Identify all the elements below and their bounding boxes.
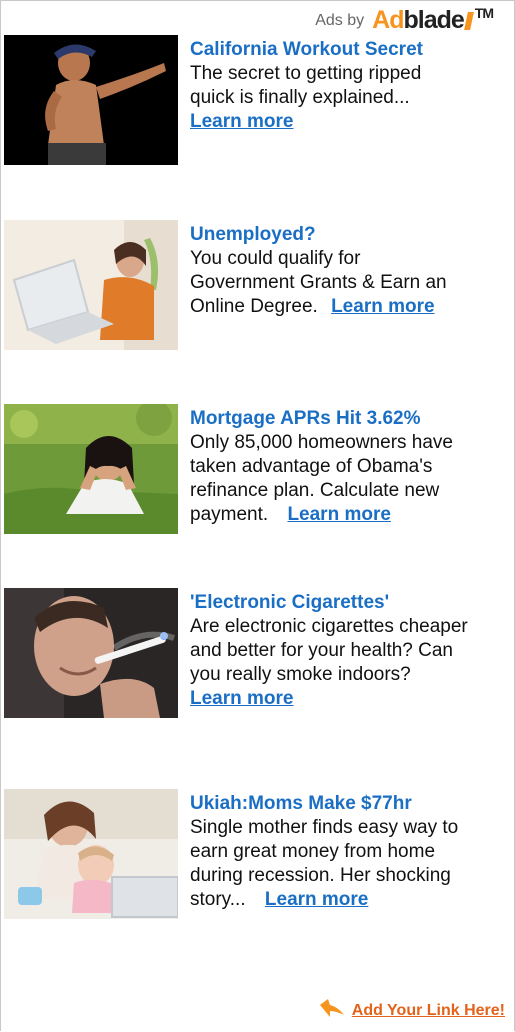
ad-unit-4[interactable]: 'Electronic Cigarettes' Are electronic c…	[4, 588, 509, 728]
ad-unit-2[interactable]: Unemployed? You could qualify for Govern…	[4, 220, 509, 360]
logo-mark-icon	[463, 11, 474, 30]
logo-blade-text: blade	[403, 6, 464, 34]
ad-unit-1[interactable]: California Workout Secret The secret to …	[4, 35, 509, 175]
adblade-logo[interactable]: Ad blade TM	[372, 5, 494, 34]
orange-arrow-icon	[318, 997, 346, 1024]
ad-text-4: 'Electronic Cigarettes' Are electronic c…	[190, 591, 512, 711]
ad-desc-line: taken advantage of Obama's	[190, 456, 433, 477]
add-your-link-button[interactable]: Add Your Link Here!	[352, 1002, 505, 1020]
ads-by-label: Ads by	[315, 11, 365, 29]
ad-unit-3[interactable]: Mortgage APRs Hit 3.62% Only 85,000 home…	[4, 404, 509, 544]
ad-desc-line: Are electronic cigarettes cheaper	[190, 616, 468, 637]
ad-title-2[interactable]: Unemployed?	[190, 223, 512, 247]
ad-desc-line: earn great money from home	[190, 841, 436, 862]
ad-title-5[interactable]: Ukiah:Moms Make $77hr	[190, 792, 512, 816]
learn-more-link[interactable]: Learn more	[190, 111, 293, 132]
shirtless-man-icon[interactable]	[4, 35, 178, 165]
logo-ad-text: Ad	[372, 6, 404, 34]
ad-desc-line: Only 85,000 homeowners have	[190, 432, 453, 453]
add-link-footer: Add Your Link Here!	[318, 997, 505, 1024]
logo-tm-text: TM	[474, 5, 494, 21]
learn-more-link[interactable]: Learn more	[190, 688, 293, 709]
ad-unit-5[interactable]: Ukiah:Moms Make $77hr Single mother find…	[4, 789, 509, 929]
ad-desc-line: Single mother finds easy way to	[190, 817, 459, 838]
learn-more-link[interactable]: Learn more	[265, 889, 368, 910]
mother-baby-icon[interactable]	[4, 789, 178, 919]
ad-desc-line: Online Degree.	[190, 296, 318, 317]
woman-grass-icon[interactable]	[4, 404, 178, 534]
ad-desc-line: you really smoke indoors?	[190, 664, 411, 685]
ad-desc-line: payment.	[190, 504, 269, 525]
learn-more-link[interactable]: Learn more	[331, 296, 434, 317]
ad-title-1[interactable]: California Workout Secret	[190, 38, 512, 62]
ad-desc-line: The secret to getting ripped	[190, 63, 422, 84]
ad-desc-line: during recession. Her shocking	[190, 865, 451, 886]
ad-text-5: Ukiah:Moms Make $77hr Single mother find…	[190, 792, 512, 912]
woman-laptop-icon[interactable]	[4, 220, 178, 350]
ad-text-2: Unemployed? You could qualify for Govern…	[190, 223, 512, 319]
ad-desc-line: story...	[190, 889, 246, 910]
ad-desc-line: and better for your health? Can	[190, 640, 454, 661]
ad-text-1: California Workout Secret The secret to …	[190, 38, 512, 134]
ad-title-3[interactable]: Mortgage APRs Hit 3.62%	[190, 407, 512, 431]
man-smoking-icon[interactable]	[4, 588, 178, 718]
ad-desc-line: quick is finally explained...	[190, 87, 410, 108]
ads-by-header: Ads by Ad blade TM	[315, 5, 494, 34]
ad-text-3: Mortgage APRs Hit 3.62% Only 85,000 home…	[190, 407, 512, 527]
ad-title-4[interactable]: 'Electronic Cigarettes'	[190, 591, 512, 615]
learn-more-link[interactable]: Learn more	[287, 504, 390, 525]
ad-desc-line: You could qualify for	[190, 248, 361, 269]
ad-desc-line: refinance plan. Calculate new	[190, 480, 440, 501]
ad-desc-line: Government Grants & Earn an	[190, 272, 447, 293]
